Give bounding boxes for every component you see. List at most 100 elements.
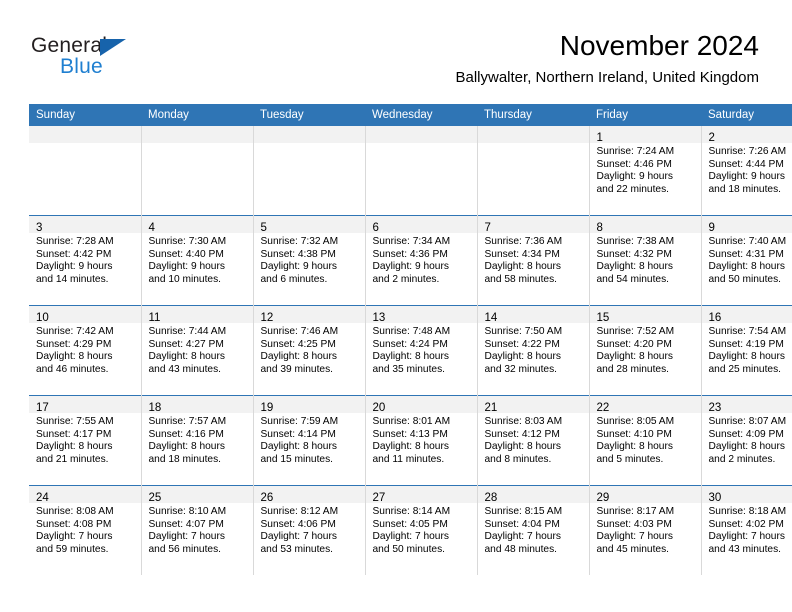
calendar-day-cell[interactable]: 30 Sunrise: 8:18 AM Sunset: 4:02 PM Dayligh… [701,485,792,575]
general-blue-logo[interactable]: General Blue [31,34,151,82]
calendar-day-cell[interactable]: 10 Sunrise: 7:42 AM Sunset: 4:29 PM Dayligh… [29,305,142,396]
calendar-day-cell-empty [365,126,478,216]
weekday-header-saturday: Saturday [701,104,792,126]
calendar-day-cell[interactable]: 27 Sunrise: 8:14 AM Sunset: 4:05 PM Dayligh… [365,485,478,575]
day-number: 7 [484,222,491,234]
calendar-day-cell[interactable]: 15 Sunrise: 7:52 AM Sunset: 4:20 PM Dayligh… [589,305,702,396]
calendar-day-cell[interactable]: 21 Sunrise: 8:03 AM Sunset: 4:12 PM Dayligh… [477,395,590,486]
daylight-text: and 18 minutes. [708,183,782,195]
day-number-band [477,126,589,143]
calendar-day-cell[interactable]: 28 Sunrise: 8:15 AM Sunset: 4:04 PM Dayligh… [477,485,590,575]
calendar-day-cell[interactable]: 13 Sunrise: 7:48 AM Sunset: 4:24 PM Dayligh… [365,305,478,396]
calendar-day-cell[interactable]: 16 Sunrise: 7:54 AM Sunset: 4:19 PM Dayligh… [701,305,792,396]
calendar-day-cell[interactable]: 19 Sunrise: 7:59 AM Sunset: 4:14 PM Dayligh… [253,395,366,486]
calendar-day-cell[interactable]: 22 Sunrise: 8:05 AM Sunset: 4:10 PM Dayligh… [589,395,702,486]
day-number: 14 [484,312,498,324]
daylight-text: and 18 minutes. [148,453,222,465]
weekday-header-row: Sunday Monday Tuesday Wednesday Thursday… [29,104,792,126]
calendar-day-cell[interactable]: 1 Sunrise: 7:24 AM Sunset: 4:46 PM Daylight… [589,126,702,216]
day-number-band: 2 [701,126,792,144]
calendar-day-cell[interactable]: 17 Sunrise: 7:55 AM Sunset: 4:17 PM Dayligh… [29,395,142,486]
day-number-band: 15 [589,306,701,324]
sunrise-text: Sunrise: 7:48 AM [372,326,451,337]
calendar-day-cell[interactable]: 26 Sunrise: 8:12 AM Sunset: 4:06 PM Dayligh… [253,485,366,575]
day-number-band: 1 [589,126,701,144]
daylight-text: and 32 minutes. [484,363,558,375]
calendar-day-cell[interactable]: 14 Sunrise: 7:50 AM Sunset: 4:22 PM Dayligh… [477,305,590,396]
sunrise-text: Sunrise: 7:54 AM [708,326,787,337]
day-number: 28 [484,492,498,504]
calendar-day-cell[interactable]: 25 Sunrise: 8:10 AM Sunset: 4:07 PM Dayligh… [141,485,254,575]
day-number-band: 5 [253,216,365,234]
day-number: 10 [36,312,49,324]
title-block: November 2024 Ballywalter, Northern Irel… [456,29,760,87]
calendar-day-cell[interactable]: 29 Sunrise: 8:17 AM Sunset: 4:03 PM Dayligh… [589,485,702,575]
day-detail-block: Sunrise: 7:34 AM Sunset: 4:36 PM Daylight:… [366,233,477,286]
day-detail-block: Sunrise: 8:12 AM Sunset: 4:06 PM Daylight:… [254,503,365,556]
sunset-text: Sunset: 4:42 PM [36,248,112,260]
calendar-day-cell[interactable]: 12 Sunrise: 7:46 AM Sunset: 4:25 PM Dayligh… [253,305,366,396]
day-detail-block: Sunrise: 7:59 AM Sunset: 4:14 PM Daylight:… [254,413,365,466]
day-number-band: 11 [141,306,253,324]
calendar-day-cell[interactable]: 5 Sunrise: 7:32 AM Sunset: 4:38 PM Daylight… [253,215,366,306]
calendar-day-cell[interactable]: 7 Sunrise: 7:36 AM Sunset: 4:34 PM Daylight… [477,215,590,306]
calendar-day-cell[interactable]: 23 Sunrise: 8:07 AM Sunset: 4:09 PM Dayligh… [701,395,792,486]
weekday-header-sunday: Sunday [29,104,141,126]
calendar-day-cell[interactable]: 4 Sunrise: 7:30 AM Sunset: 4:40 PM Daylight… [141,215,254,306]
sunrise-text: Sunrise: 8:18 AM [708,506,787,517]
day-number-band: 22 [589,396,701,414]
daylight-text: and 59 minutes. [36,543,109,555]
sunrise-text: Sunrise: 7:44 AM [148,326,227,337]
weekday-header-monday: Monday [141,104,253,126]
sunrise-text: Sunrise: 8:15 AM [484,506,563,517]
sunset-text: Sunset: 4:04 PM [484,518,560,530]
day-number: 23 [708,402,722,414]
day-detail-block: Sunrise: 8:17 AM Sunset: 4:03 PM Daylight:… [590,503,701,556]
daylight-text: Daylight: 8 hours [372,351,449,363]
daylight-text: and 2 minutes. [708,453,776,465]
day-number: 12 [260,312,274,324]
sunset-text: Sunset: 4:07 PM [148,518,224,530]
sunrise-text: Sunrise: 8:10 AM [148,506,227,517]
daylight-text: Daylight: 8 hours [260,441,337,453]
daylight-text: and 21 minutes. [36,453,109,465]
calendar-day-cell[interactable]: 8 Sunrise: 7:38 AM Sunset: 4:32 PM Daylight… [589,215,702,306]
daylight-text: and 46 minutes. [36,363,109,375]
sunrise-text: Sunrise: 7:28 AM [36,236,114,247]
page-title: November 2024 [559,30,759,61]
day-detail-block: Sunrise: 7:55 AM Sunset: 4:17 PM Daylight:… [29,413,141,466]
sunset-text: Sunset: 4:46 PM [596,158,672,170]
sunset-text: Sunset: 4:06 PM [260,518,336,530]
sunrise-text: Sunrise: 7:40 AM [708,236,787,247]
daylight-text: Daylight: 8 hours [36,351,113,363]
calendar-day-cell[interactable]: 6 Sunrise: 7:34 AM Sunset: 4:36 PM Daylight… [365,215,478,306]
day-number: 29 [596,492,610,504]
day-detail-block: Sunrise: 7:30 AM Sunset: 4:40 PM Daylight:… [142,233,253,286]
sunrise-text: Sunrise: 7:57 AM [148,416,227,427]
calendar-day-cell[interactable]: 11 Sunrise: 7:44 AM Sunset: 4:27 PM Dayligh… [141,305,254,396]
calendar-day-cell[interactable]: 9 Sunrise: 7:40 AM Sunset: 4:31 PM Daylight… [701,215,792,306]
day-detail-block: Sunrise: 8:05 AM Sunset: 4:10 PM Daylight:… [590,413,701,466]
calendar-day-cell[interactable]: 18 Sunrise: 7:57 AM Sunset: 4:16 PM Dayligh… [141,395,254,486]
day-number: 16 [708,312,722,324]
calendar-day-cell[interactable]: 24 Sunrise: 8:08 AM Sunset: 4:08 PM Dayligh… [29,485,142,575]
day-number: 6 [372,222,379,234]
sunset-text: Sunset: 4:17 PM [36,428,112,440]
sunset-text: Sunset: 4:38 PM [260,248,336,260]
calendar-day-cell[interactable]: 20 Sunrise: 8:01 AM Sunset: 4:13 PM Dayligh… [365,395,478,486]
sunrise-text: Sunrise: 7:50 AM [484,326,563,337]
day-detail-block: Sunrise: 8:07 AM Sunset: 4:09 PM Daylight:… [702,413,792,466]
calendar-week-row: 17 Sunrise: 7:55 AM Sunset: 4:17 PM Dayligh… [29,395,792,486]
day-detail-block: Sunrise: 7:32 AM Sunset: 4:38 PM Daylight:… [254,233,365,286]
day-detail-block: Sunrise: 7:50 AM Sunset: 4:22 PM Daylight:… [478,323,589,376]
day-number-band: 10 [29,306,141,324]
calendar-page: General Blue November 2024 Ballywalter, … [0,0,792,612]
calendar-day-cell[interactable]: 3 Sunrise: 7:28 AM Sunset: 4:42 PM Daylight… [29,215,142,306]
day-number: 13 [372,312,386,324]
calendar-day-cell[interactable]: 2 Sunrise: 7:26 AM Sunset: 4:44 PM Daylight… [701,126,792,216]
daylight-text: and 8 minutes. [484,453,552,465]
daylight-text: Daylight: 8 hours [260,351,337,363]
sunrise-text: Sunrise: 8:07 AM [708,416,787,427]
day-number: 2 [708,132,715,144]
sunrise-text: Sunrise: 7:59 AM [260,416,339,427]
